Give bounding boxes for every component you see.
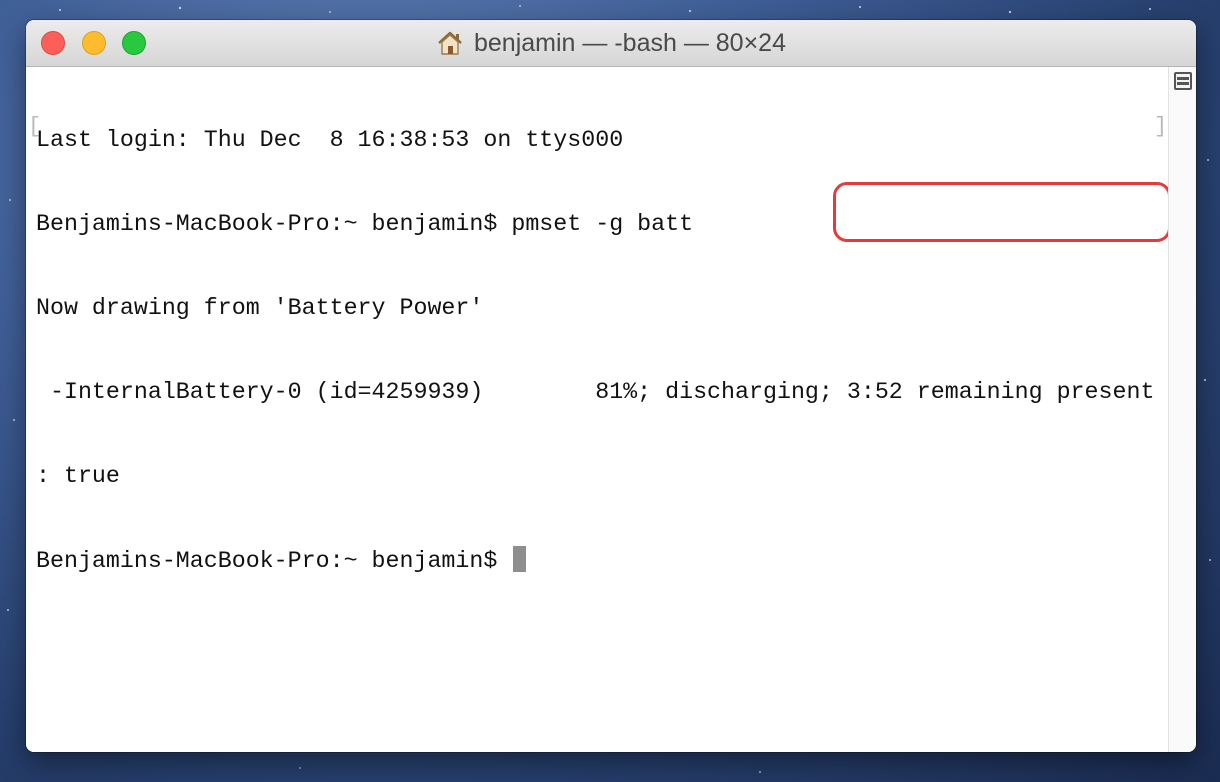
terminal-content[interactable]: [ ] Last login: Thu Dec 8 16:38:53 on tt… bbox=[26, 67, 1171, 752]
terminal-prompt: Benjamins-MacBook-Pro:~ benjamin$ bbox=[36, 548, 512, 574]
terminal-prompt-line[interactable]: Benjamins-MacBook-Pro:~ benjamin$ bbox=[36, 546, 1154, 574]
terminal-output[interactable]: Last login: Thu Dec 8 16:38:53 on ttys00… bbox=[36, 70, 1154, 630]
mark-bracket-right: ] bbox=[1154, 114, 1168, 139]
terminal-line-present-true: : true bbox=[36, 463, 120, 489]
scrollbar[interactable] bbox=[1168, 67, 1196, 752]
window-title-area: benjamin — -bash — 80×24 bbox=[26, 20, 1196, 66]
title-bar[interactable]: benjamin — -bash — 80×24 bbox=[26, 20, 1196, 67]
text-cursor bbox=[513, 546, 527, 572]
split-pane-icon[interactable] bbox=[1174, 72, 1192, 90]
window-title: benjamin — -bash — 80×24 bbox=[474, 28, 786, 57]
terminal-window: benjamin — -bash — 80×24 [ ] Last login:… bbox=[26, 20, 1196, 752]
terminal-line-last-login: Last login: Thu Dec 8 16:38:53 on ttys00… bbox=[36, 127, 624, 153]
terminal-line-command: Benjamins-MacBook-Pro:~ benjamin$ pmset … bbox=[36, 211, 694, 237]
terminal-line-battery-status: -InternalBattery-0 (id=4259939) 81%; dis… bbox=[36, 379, 1155, 405]
terminal-line-power-source: Now drawing from 'Battery Power' bbox=[36, 295, 484, 321]
home-icon bbox=[438, 31, 462, 55]
